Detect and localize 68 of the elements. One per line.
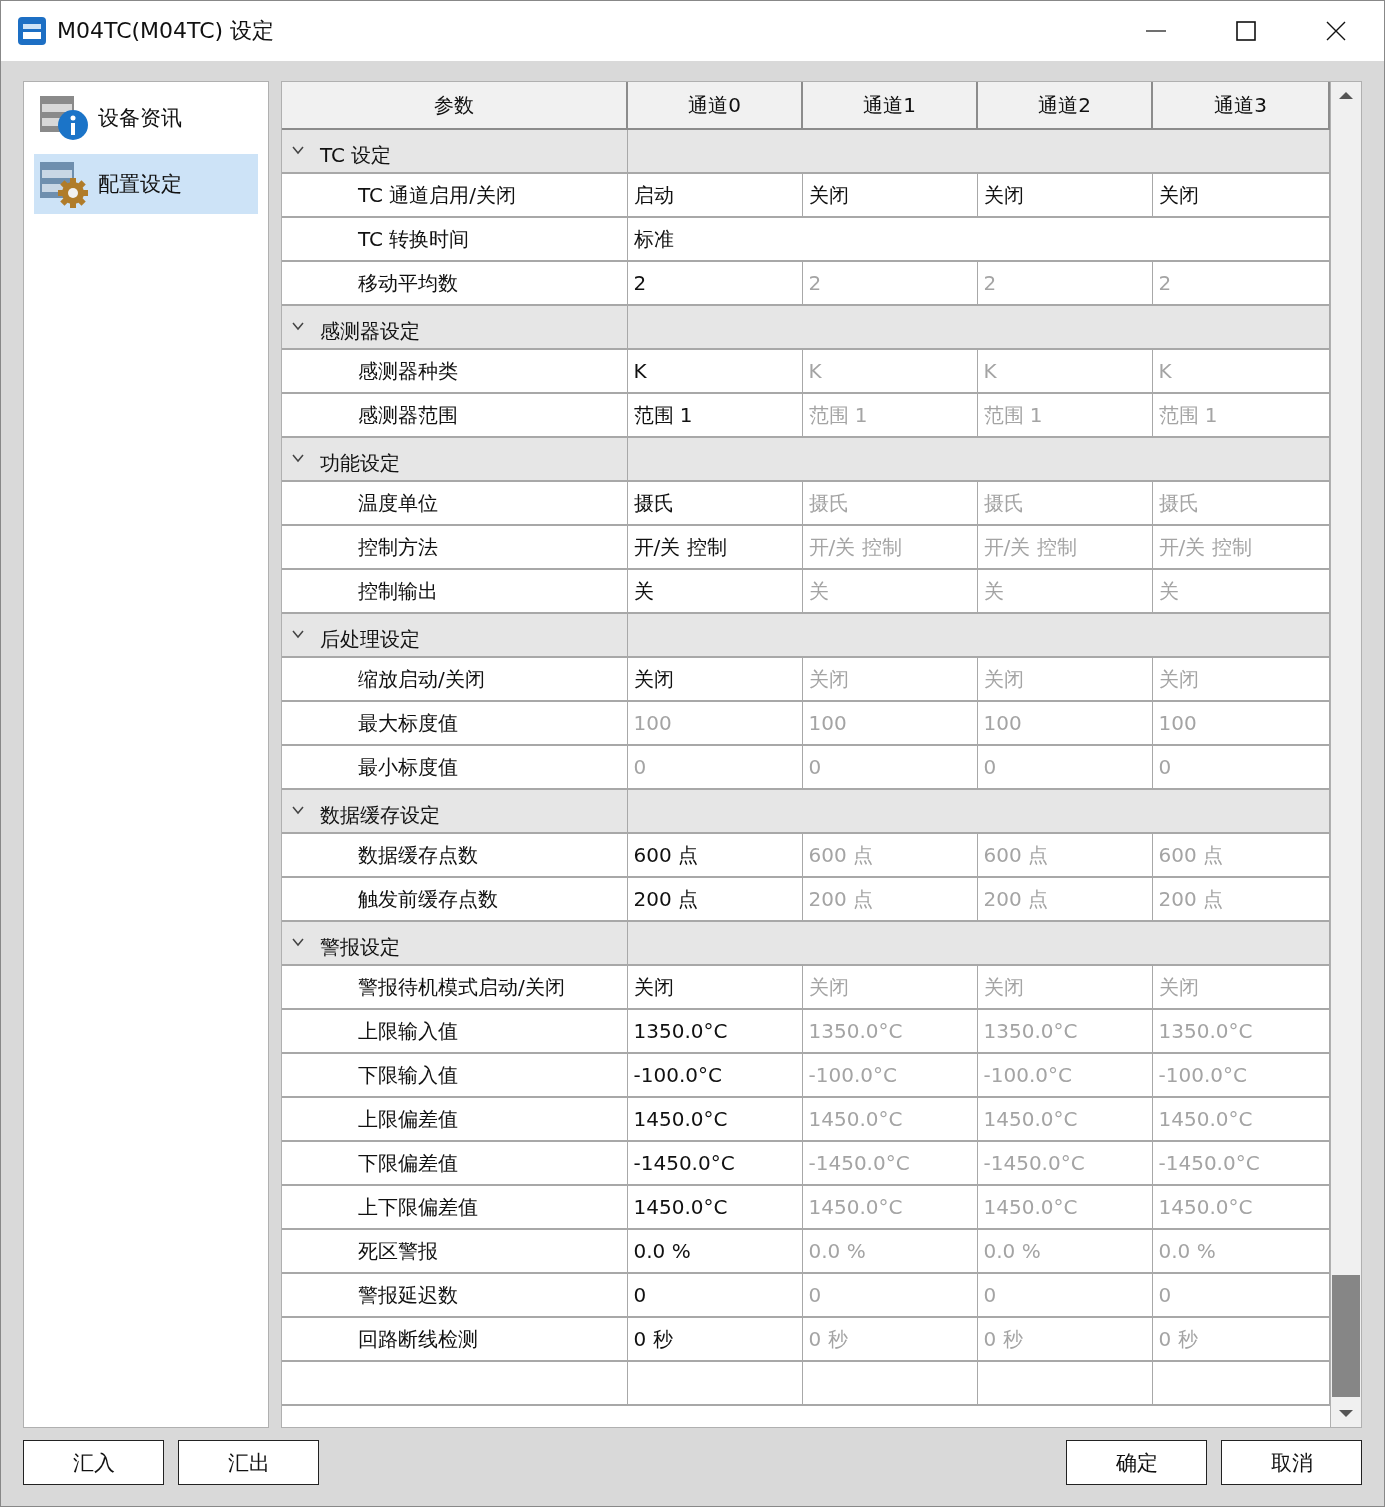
value-cell[interactable]: 关闭 — [627, 657, 802, 701]
sidebar-item[interactable]: 设备资讯 — [34, 88, 258, 148]
parameter-label: 感测器种类 — [282, 349, 627, 393]
close-icon[interactable] — [1326, 21, 1346, 41]
collapse-icon[interactable] — [292, 937, 304, 947]
parameter-label: 数据缓存点数 — [282, 833, 627, 877]
parameter-label: 缩放启动/关闭 — [282, 657, 627, 701]
device-info-icon — [38, 94, 90, 142]
parameter-label: 回路断线检测 — [282, 1317, 627, 1361]
parameter-label: 最大标度值 — [282, 701, 627, 745]
value-cell[interactable]: 0 — [627, 1273, 802, 1317]
column-header: 通道0 — [627, 82, 802, 129]
gear-icon — [38, 160, 90, 208]
collapse-icon[interactable] — [292, 805, 304, 815]
column-header: 参数 — [282, 82, 627, 129]
value-cell[interactable]: 1350.0°C — [627, 1009, 802, 1053]
column-header: 通道3 — [1152, 82, 1329, 129]
group-header[interactable]: 警报设定 — [282, 921, 627, 965]
parameter-label: 温度单位 — [282, 481, 627, 525]
value-cell[interactable]: 摄氏 — [627, 481, 802, 525]
parameter-label: 死区警报 — [282, 1229, 627, 1273]
parameter-label: 上限偏差值 — [282, 1097, 627, 1141]
group-header[interactable]: 数据缓存设定 — [282, 789, 627, 833]
value-cell[interactable]: 0 秒 — [627, 1317, 802, 1361]
value-cell[interactable]: 1450.0°C — [627, 1185, 802, 1229]
parameter-label: 警报待机模式启动/关闭 — [282, 965, 627, 1009]
value-cell[interactable]: 启动 — [627, 173, 802, 217]
value-cell[interactable]: 600 点 — [627, 833, 802, 877]
scrollbar[interactable] — [1330, 82, 1361, 1427]
collapse-icon[interactable] — [292, 145, 304, 155]
value-cell[interactable]: 开/关 控制 — [627, 525, 802, 569]
collapse-icon[interactable] — [292, 629, 304, 639]
value-cell[interactable]: 标准 — [627, 217, 1329, 261]
dialog-button[interactable]: 汇入 — [23, 1440, 164, 1485]
value-cell[interactable]: -1450.0°C — [627, 1141, 802, 1185]
scroll-thumb[interactable] — [1332, 1275, 1360, 1397]
sidebar-item[interactable]: 配置设定 — [34, 154, 258, 214]
parameter-label: 下限输入值 — [282, 1053, 627, 1097]
column-header: 通道1 — [802, 82, 977, 129]
column-header: 通道2 — [977, 82, 1152, 129]
parameter-label: 上下限偏差值 — [282, 1185, 627, 1229]
app-icon — [17, 16, 47, 46]
parameter-label: TC 转换时间 — [282, 217, 627, 261]
parameter-label: 控制方法 — [282, 525, 627, 569]
window-title: M04TC(M04TC) 设定 — [57, 17, 275, 45]
group-header[interactable]: 感测器设定 — [282, 305, 627, 349]
group-header[interactable]: TC 设定 — [282, 129, 627, 173]
collapse-icon[interactable] — [292, 321, 304, 331]
scroll-down-icon[interactable] — [1338, 1409, 1354, 1419]
dialog-button[interactable]: 汇出 — [178, 1440, 319, 1485]
dialog-button[interactable]: 取消 — [1221, 1440, 1362, 1485]
value-cell[interactable]: 关闭 — [977, 173, 1152, 217]
dialog-button[interactable]: 确定 — [1066, 1440, 1207, 1485]
value-cell[interactable]: 关闭 — [627, 965, 802, 1009]
value-cell[interactable]: 关闭 — [802, 173, 977, 217]
group-header[interactable]: 功能设定 — [282, 437, 627, 481]
parameter-label: TC 通道启用/关闭 — [282, 173, 627, 217]
maximize-icon[interactable] — [1236, 21, 1256, 41]
parameter-label: 上限输入值 — [282, 1009, 627, 1053]
value-cell[interactable]: 0.0 % — [627, 1229, 802, 1273]
collapse-icon[interactable] — [292, 453, 304, 463]
group-header[interactable]: 后处理设定 — [282, 613, 627, 657]
parameter-label: 警报延迟数 — [282, 1273, 627, 1317]
scroll-up-icon[interactable] — [1338, 90, 1354, 100]
value-cell[interactable]: -100.0°C — [627, 1053, 802, 1097]
parameter-label: 下限偏差值 — [282, 1141, 627, 1185]
value-cell[interactable]: 1450.0°C — [627, 1097, 802, 1141]
value-cell[interactable]: K — [627, 349, 802, 393]
